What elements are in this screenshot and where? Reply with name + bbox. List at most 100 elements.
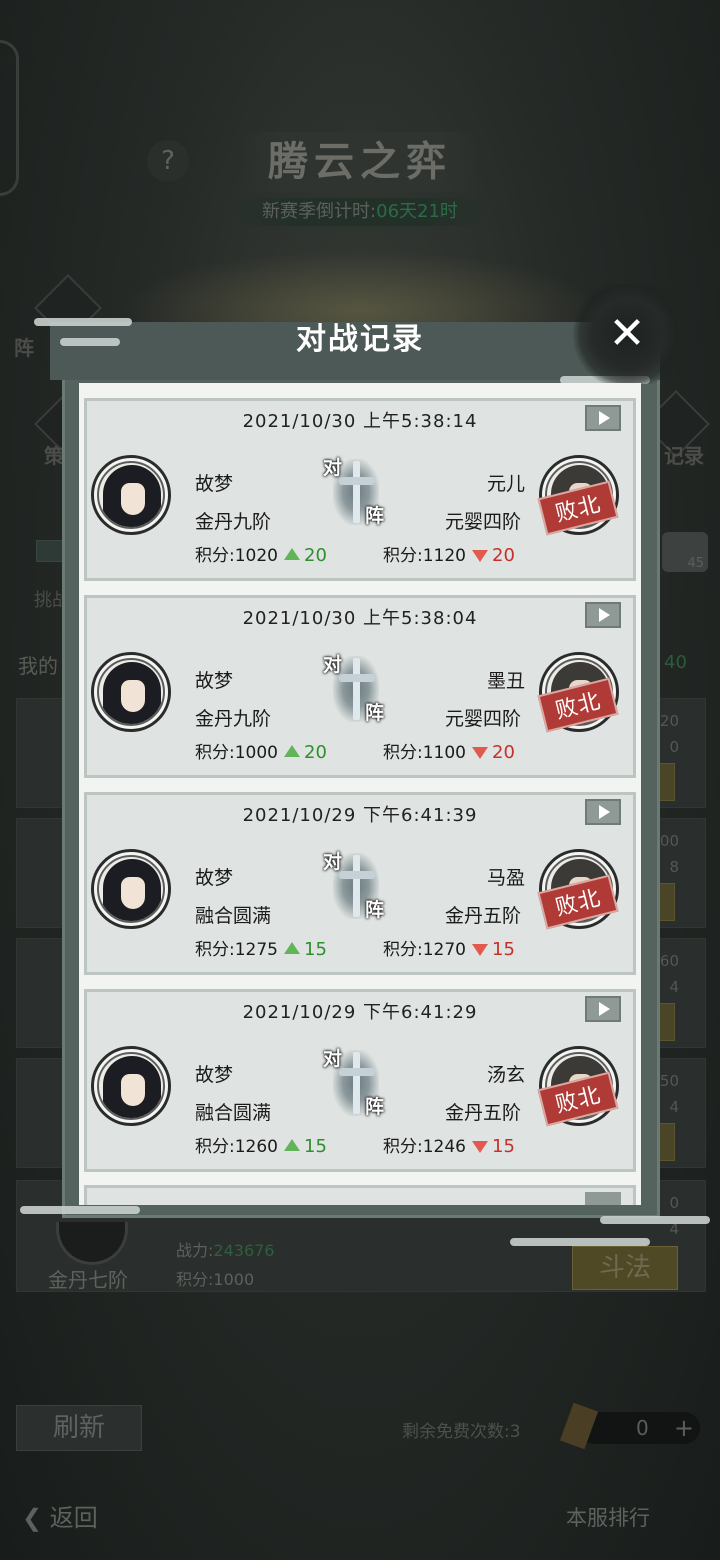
player-avatar[interactable] [91,849,171,929]
replay-button[interactable] [585,602,621,628]
play-icon [599,411,610,425]
opponent-score-delta: 20 [492,742,515,763]
opponent-rank: 金丹五阶 [445,905,522,927]
player-avatar[interactable] [91,455,171,535]
score-down-icon [472,550,488,562]
opponent-score-delta: 15 [492,1136,515,1157]
cloud-decoration [34,318,132,326]
my-right-value: 40 [664,652,687,673]
player-name: 故梦 [195,473,234,495]
cloud-decoration [510,1238,650,1246]
close-icon[interactable]: ✕ [603,310,651,358]
opponent-score-delta: 15 [492,939,515,960]
vs-char: 对 [323,851,343,873]
vs-char: 阵 [365,899,385,921]
vs-char: 阵 [365,702,385,724]
season-countdown: 新赛季倒计时:06天21时 [220,198,500,226]
row-number: 4 [669,1098,679,1116]
vs-char: 阵 [365,505,385,527]
score-label: 积分: [176,1270,214,1289]
opponent-score: 积分:1120 [383,546,466,566]
plus-icon[interactable]: + [674,1412,694,1444]
score-up-icon [284,548,300,560]
player-rank: 金丹九阶 [195,708,272,730]
row-number: 60 [659,952,679,970]
back-button[interactable]: ❮ 返回 [22,1498,98,1533]
challenge-token-counter: 0 + [559,1402,700,1450]
opponent-score-delta: 20 [492,545,515,566]
power-label: 战力: [176,1241,214,1260]
battle-record-list[interactable]: 2021/10/30 上午5:38:14 故梦 金丹九阶 积分:1020 20 对… [79,383,641,1205]
server-rank-button[interactable]: 本服排行 [566,1502,650,1532]
reward-chest-badge[interactable]: 45 [662,532,708,572]
battle-record-card: 2021/10/29 下午6:41:29 故梦 融合圆满 积分:1260 15 对… [84,989,636,1172]
play-icon [599,1002,610,1016]
cloud-decoration [60,338,120,346]
player-score-delta: 20 [304,742,327,763]
opponent-score: 积分:1246 [383,1137,466,1157]
power-value: 243676 [213,1241,275,1260]
battle-time: 2021/10/30 上午5:38:14 [242,411,478,432]
battle-record-card: 2021/10/29 下午6:41:39 故梦 融合圆满 积分:1275 15 对… [84,792,636,975]
score-down-icon [472,747,488,759]
play-icon [599,608,610,622]
vs-char: 对 [323,1048,343,1070]
vs-emblem: 对阵 [315,1044,399,1122]
vs-emblem: 对阵 [315,453,399,531]
opponent-score: 积分:1000 [176,1266,254,1290]
battle-record-card-partial [84,1185,636,1205]
vs-char: 对 [323,457,343,479]
battle-record-card: 2021/10/30 上午5:38:14 故梦 金丹九阶 积分:1020 20 对… [84,398,636,581]
replay-button[interactable] [585,1192,621,1205]
row-number: 20 [659,712,679,730]
vs-char: 对 [323,654,343,676]
opponent-rank: 元婴四阶 [445,511,522,533]
row-number: 0 [669,738,679,756]
side-tag-lineup: 阵 [14,336,34,360]
player-score-delta: 15 [304,939,327,960]
score-down-icon [472,1141,488,1153]
opponent-name: 马盈 [487,867,526,889]
player-name: 故梦 [195,670,234,692]
player-name: 故梦 [195,867,234,889]
player-avatar[interactable] [91,1046,171,1126]
refresh-button[interactable]: 刷新 [16,1405,142,1451]
opponent-score-line: 积分:1100 20 [383,738,515,763]
opponent-score-line: 积分:1270 15 [383,935,515,960]
score-up-icon [284,1139,300,1151]
back-label: 返回 [49,1504,98,1532]
opponent-score-line: 积分:1246 15 [383,1132,515,1157]
replay-button[interactable] [585,996,621,1022]
free-attempts-label: 剩余免费次数:3 [402,1422,521,1442]
player-rank: 融合圆满 [195,1102,272,1124]
row-number: 0 [669,1194,679,1212]
battle-time: 2021/10/30 上午5:38:04 [242,608,478,629]
score-up-icon [284,942,300,954]
player-avatar[interactable] [91,652,171,732]
back-arrow-icon: ❮ [22,1504,50,1532]
player-rank: 融合圆满 [195,905,272,927]
help-icon[interactable]: ? [147,140,189,182]
player-score-line: 积分:1000 20 [195,738,327,763]
opponent-name: 墨丑 [487,670,526,692]
vs-emblem: 对阵 [315,650,399,728]
row-number: 8 [669,858,679,876]
cloud-decoration [600,1216,710,1224]
score-down-icon [472,944,488,956]
replay-button[interactable] [585,799,621,825]
my-label: 我的 [18,654,58,678]
player-score: 积分:1020 [195,546,278,566]
arena-title: 腾云之弈 [240,132,480,192]
battle-record-card: 2021/10/30 上午5:38:04 故梦 金丹九阶 积分:1000 20 对… [84,595,636,778]
fight-button[interactable]: 斗法 [572,1246,678,1290]
opponent-rank: 金丹五阶 [445,1102,522,1124]
player-score-line: 积分:1260 15 [195,1132,327,1157]
left-frame-decoration [0,40,19,196]
vs-char: 阵 [365,1096,385,1118]
player-score: 积分:1000 [195,743,278,763]
opponent-rank: 金丹七阶 [48,1268,128,1292]
player-name: 故梦 [195,1064,234,1086]
opponent-name: 汤玄 [487,1064,526,1086]
replay-button[interactable] [585,405,621,431]
player-score-line: 积分:1020 20 [195,541,327,566]
